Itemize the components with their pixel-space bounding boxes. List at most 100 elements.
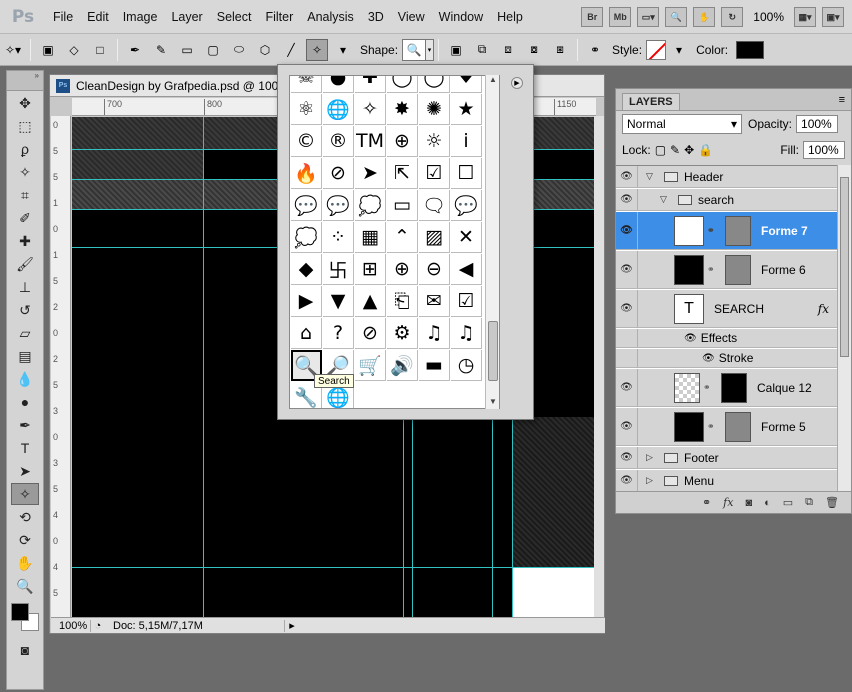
color-swatch[interactable] — [736, 40, 765, 59]
arrange-documents-button[interactable]: ▦▾ — [794, 7, 816, 27]
custom-shape-tool-preset-icon[interactable]: ✧▾ — [2, 39, 24, 61]
visibility-eye-icon[interactable]: 👁 — [616, 189, 638, 210]
lock-transparent-icon[interactable]: ▢ — [655, 143, 666, 157]
menu-layer[interactable]: Layer — [164, 0, 209, 34]
rectangle-icon[interactable]: ▭ — [176, 39, 198, 61]
extras-button[interactable]: ▭▾ — [637, 7, 660, 27]
add-mask-icon[interactable]: ◙ — [745, 497, 752, 509]
menu-window[interactable]: Window — [432, 0, 490, 34]
shape-cell[interactable]: ● — [323, 76, 354, 93]
visibility-eye-icon[interactable]: 👁 — [616, 166, 638, 187]
status-icon[interactable]: ◔ — [91, 620, 105, 632]
picker-scrollbar[interactable]: ▲ ▼ — [485, 75, 499, 409]
menu-3d[interactable]: 3D — [361, 0, 391, 34]
shape-cell[interactable]: ? — [323, 318, 354, 349]
healing-brush-tool-icon[interactable]: ✚ — [11, 230, 39, 252]
blend-mode-select[interactable]: Normal ▾ — [622, 114, 742, 134]
chevron-down-icon[interactable]: ▽ — [646, 171, 656, 182]
visibility-eye-icon[interactable]: 👁 — [616, 290, 638, 327]
layer-group-header[interactable]: 👁 ▽ Header — [616, 166, 837, 188]
mini-bridge-button[interactable]: Mb — [609, 7, 632, 27]
zoom-tool-icon[interactable]: 🔍 — [11, 575, 39, 597]
new-layer-icon[interactable]: ⧉ — [805, 496, 813, 509]
gradient-tool-icon[interactable]: ▤ — [11, 345, 39, 367]
shape-cell[interactable]: ⇱ — [387, 158, 418, 189]
layer-forme-5[interactable]: 👁 ⚭ Forme 5 — [616, 408, 837, 446]
shape-cell[interactable]: ⊘ — [323, 158, 354, 189]
paths-mode-icon[interactable]: ◇ — [63, 39, 85, 61]
dodge-tool-icon[interactable]: ● — [11, 391, 39, 413]
marquee-tool-icon[interactable]: ⬚ — [11, 115, 39, 137]
shape-cell[interactable]: ✺ — [419, 94, 450, 125]
trash-icon[interactable]: 🗑 — [825, 496, 839, 509]
layer-search-text[interactable]: 👁 T SEARCH fx — [616, 290, 837, 328]
shape-cell[interactable]: ✧ — [355, 94, 386, 125]
line-icon[interactable]: ╱ — [280, 39, 302, 61]
eraser-tool-icon[interactable]: ▱ — [11, 322, 39, 344]
shape-cell[interactable]: ♥ — [451, 76, 482, 93]
shape-cell[interactable]: i — [451, 126, 482, 157]
rounded-rectangle-icon[interactable]: ▢ — [202, 39, 224, 61]
type-tool-icon[interactable]: T — [11, 437, 39, 459]
shape-cell[interactable]: ◯ — [387, 76, 418, 93]
picker-menu-button[interactable]: ▶ — [511, 77, 523, 89]
shape-cell[interactable]: ® — [323, 126, 354, 157]
freeform-pen-icon[interactable]: ✎ — [150, 39, 172, 61]
chevron-down-icon[interactable]: ▽ — [660, 194, 670, 205]
shape-cell[interactable]: ⚙ — [387, 318, 418, 349]
menu-analysis[interactable]: Analysis — [300, 0, 361, 34]
shape-cell[interactable]: 卐 — [323, 254, 354, 285]
shape-cell[interactable]: 💬 — [291, 190, 322, 221]
lock-position-icon[interactable]: ✥ — [684, 143, 694, 157]
rotate-view-icon[interactable]: ↻ — [721, 7, 744, 27]
link-icon[interactable]: ⚭ — [584, 39, 606, 61]
shape-cell[interactable]: ⁘ — [323, 222, 354, 253]
layer-effects[interactable]: 👁 Effects — [616, 329, 837, 348]
shape-cell[interactable]: ➤ — [355, 158, 386, 189]
bridge-button[interactable]: Br — [581, 7, 604, 27]
brush-tool-icon[interactable]: 🖌 — [11, 253, 39, 275]
lock-image-icon[interactable]: ✎ — [670, 143, 680, 157]
shape-cell[interactable]: ⊞ — [355, 254, 386, 285]
layer-forme-7[interactable]: 👁 ⚭ Forme 7 — [616, 212, 837, 250]
shape-layers-mode-icon[interactable]: ▣ — [37, 39, 59, 61]
eyedropper-tool-icon[interactable]: ✐ — [11, 207, 39, 229]
adjustment-layer-icon[interactable]: ◐ — [764, 497, 771, 509]
panel-menu-icon[interactable]: ≡ — [839, 94, 851, 106]
new-group-icon[interactable]: ▭ — [783, 496, 793, 509]
3d-rotate-tool-icon[interactable]: ⟲ — [11, 506, 39, 528]
opacity-field[interactable]: 100% — [796, 115, 839, 133]
new-shape-layer-icon[interactable]: ▣ — [445, 39, 467, 61]
chevron-right-icon[interactable]: ▷ — [646, 475, 656, 486]
blur-tool-icon[interactable]: 💧 — [11, 368, 39, 390]
intersect-shape-area-icon[interactable]: ⧇ — [523, 39, 545, 61]
fx-icon[interactable]: fx — [818, 302, 829, 316]
menu-filter[interactable]: Filter — [258, 0, 300, 34]
shape-cell[interactable]: 🔥 — [291, 158, 322, 189]
shape-cell[interactable]: ★ — [451, 94, 482, 125]
clone-stamp-tool-icon[interactable]: ⊥ — [11, 276, 39, 298]
menu-edit[interactable]: Edit — [80, 0, 116, 34]
visibility-eye-icon[interactable]: 👁 — [616, 470, 638, 491]
scroll-thumb[interactable] — [840, 177, 849, 357]
shape-cell[interactable]: ⊕ — [387, 254, 418, 285]
shape-cell[interactable]: 🌐 — [323, 94, 354, 125]
scroll-down-arrow[interactable]: ▼ — [486, 397, 500, 409]
shape-cell[interactable]: ◷ — [451, 350, 482, 381]
layer-forme-6[interactable]: 👁 ⚭ Forme 6 — [616, 251, 837, 289]
effects-eye-icon[interactable]: 👁 — [684, 333, 697, 344]
custom-shape-icon[interactable]: ✧ — [306, 38, 328, 61]
shape-cell[interactable]: ☼ — [419, 126, 450, 157]
visibility-eye-icon[interactable]: 👁 — [616, 447, 638, 468]
shape-cell[interactable]: 🔊 — [387, 350, 418, 381]
custom-shape-tool-icon[interactable]: ✧ — [11, 483, 39, 505]
geometry-options-icon[interactable]: ▾ — [332, 39, 354, 61]
shape-cell[interactable]: ◀ — [451, 254, 482, 285]
shape-cell[interactable]: ◆ — [291, 254, 322, 285]
layer-group-footer[interactable]: 👁 ▷ Footer — [616, 447, 837, 469]
shape-cell[interactable]: ▲ — [355, 286, 386, 317]
lock-all-icon[interactable]: 🔒 — [698, 143, 713, 157]
shape-cell[interactable]: ▶ — [291, 286, 322, 317]
path-selection-tool-icon[interactable]: ➤ — [11, 460, 39, 482]
zoom-tool-icon[interactable]: 🔍 — [665, 7, 688, 27]
